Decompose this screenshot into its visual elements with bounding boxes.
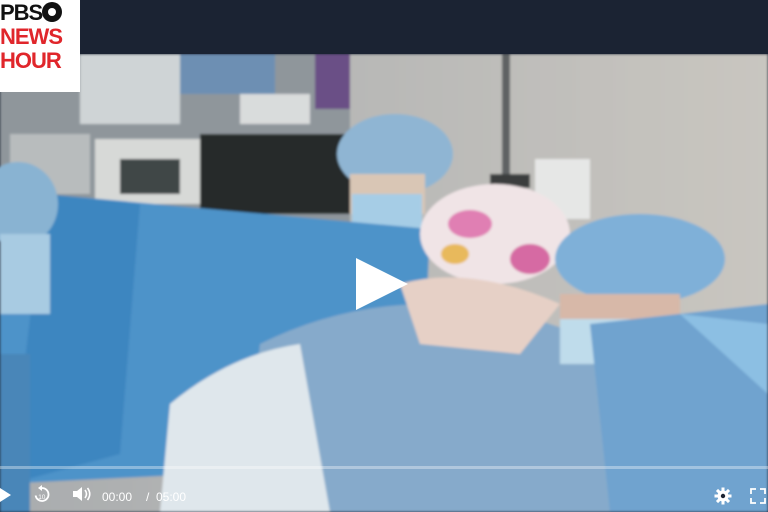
play-overlay-button[interactable]: [356, 258, 408, 310]
svg-text:10: 10: [38, 494, 46, 501]
logo-line-3: HOUR: [0, 48, 62, 73]
pbs-head-icon: [42, 2, 62, 22]
fullscreen-icon[interactable]: [750, 488, 766, 507]
control-bar: 10 00:00 / 05:00: [0, 480, 768, 512]
pbs-newshour-logo: PBS NEWS HOUR: [0, 0, 80, 92]
time-separator: /: [146, 490, 150, 504]
gear-icon[interactable]: [714, 487, 732, 508]
video-player: PBS NEWS HOUR 10 00:00 / 05:00: [0, 0, 768, 512]
logo-line-1: PBS: [0, 0, 43, 25]
rewind-10-icon[interactable]: 10: [32, 484, 52, 507]
volume-icon[interactable]: [72, 485, 92, 506]
player-top-bar: [0, 0, 768, 54]
duration-time: 05:00: [156, 490, 187, 504]
progress-bar[interactable]: [0, 466, 768, 469]
play-icon[interactable]: [0, 486, 12, 507]
current-time: 00:00: [102, 490, 133, 504]
logo-line-2: NEWS: [0, 24, 63, 49]
